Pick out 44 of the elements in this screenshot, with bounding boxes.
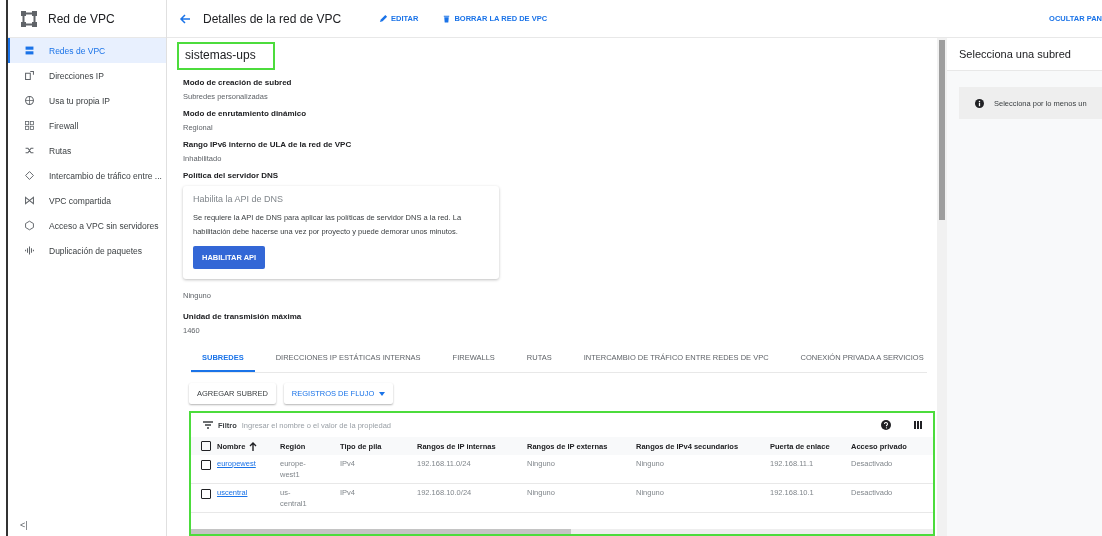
vertical-scrollbar[interactable]: [937, 38, 947, 536]
help-icon[interactable]: [881, 420, 891, 430]
sidebar-item[interactable]: Intercambio de tráfico entre ...: [8, 163, 166, 188]
page-title: Detalles de la red de VPC: [203, 11, 342, 26]
field-label: Modo de creación de subred: [183, 78, 293, 87]
columns-icon[interactable]: [913, 420, 923, 430]
field-label: Política del servidor DNS: [183, 171, 280, 180]
sidebar-item[interactable]: Firewall: [8, 113, 166, 138]
back-arrow-icon[interactable]: [179, 12, 191, 25]
waveform-icon: [24, 245, 35, 256]
sidebar-title: Red de VPC: [48, 11, 115, 26]
checkbox[interactable]: [201, 441, 211, 451]
list-icon: [24, 45, 35, 56]
sidebar-item[interactable]: Rutas: [8, 138, 166, 163]
caret-icon: [379, 391, 386, 396]
sidebar-item[interactable]: Acceso a VPC sin servidores: [8, 213, 166, 238]
shuffle-icon: [24, 145, 35, 156]
panel-title: Selecciona una subred: [947, 38, 1102, 71]
hexagon-icon: [24, 220, 35, 231]
info-icon: [975, 98, 984, 108]
sidebar-item[interactable]: Usa tu propia IP: [8, 88, 166, 113]
field-label: Rango IPv6 interno de ULA de la red de VPC: [183, 140, 353, 149]
checkbox[interactable]: [201, 460, 211, 470]
field-label: Unidad de transmisión máxima: [183, 312, 303, 321]
field-label: Modo de enrutamiento dinámico: [183, 109, 308, 118]
sidebar-item[interactable]: Redes de VPC: [8, 38, 166, 63]
checkbox[interactable]: [201, 489, 211, 499]
network-name: sistemas-ups: [177, 42, 275, 70]
network-icon: [20, 9, 38, 28]
filter-icon: [203, 421, 213, 429]
globe-icon: [24, 95, 35, 106]
sidebar-item[interactable]: VPC compartida: [8, 188, 166, 213]
sidebar-item[interactable]: Duplicación de paquetes: [8, 238, 166, 263]
pencil-icon: [379, 14, 389, 23]
card-title: Habilita la API de DNS: [193, 194, 285, 204]
tag-icon: [24, 70, 35, 81]
collapse-button[interactable]: <|: [8, 520, 166, 536]
trash-icon: [442, 14, 452, 23]
grid-icon: [24, 120, 35, 131]
bowtie-icon: [24, 195, 35, 206]
sort-arrow-icon[interactable]: [249, 441, 258, 451]
sidebar-item[interactable]: Direcciones IP: [8, 63, 166, 88]
horizontal-scrollbar[interactable]: [191, 529, 933, 534]
diamond-icon: [24, 170, 35, 181]
